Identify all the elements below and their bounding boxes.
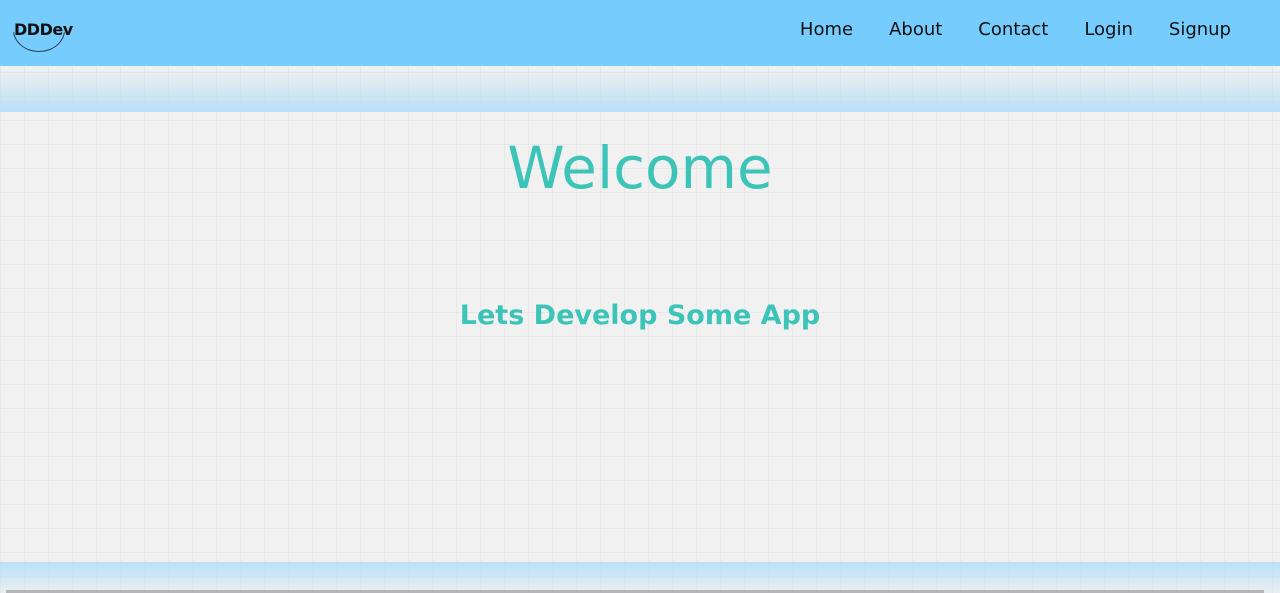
navbar: DDDev Home About Contact Login Signup bbox=[0, 0, 1280, 66]
hero-subtitle: Lets Develop Some App bbox=[459, 300, 821, 331]
nav-menu: Home About Contact Login Signup bbox=[800, 19, 1231, 40]
hero-title: Welcome bbox=[507, 134, 773, 202]
nav-link-signup[interactable]: Signup bbox=[1169, 19, 1231, 40]
footer-shadow-band bbox=[0, 562, 1280, 593]
nav-link-home[interactable]: Home bbox=[800, 19, 853, 40]
nav-link-contact[interactable]: Contact bbox=[978, 19, 1048, 40]
logo-text: DDDev bbox=[14, 20, 73, 39]
nav-link-login[interactable]: Login bbox=[1084, 19, 1133, 40]
nav-link-about[interactable]: About bbox=[889, 19, 942, 40]
header-shadow-band bbox=[0, 66, 1280, 112]
brand-logo[interactable]: DDDev bbox=[13, 8, 73, 52]
